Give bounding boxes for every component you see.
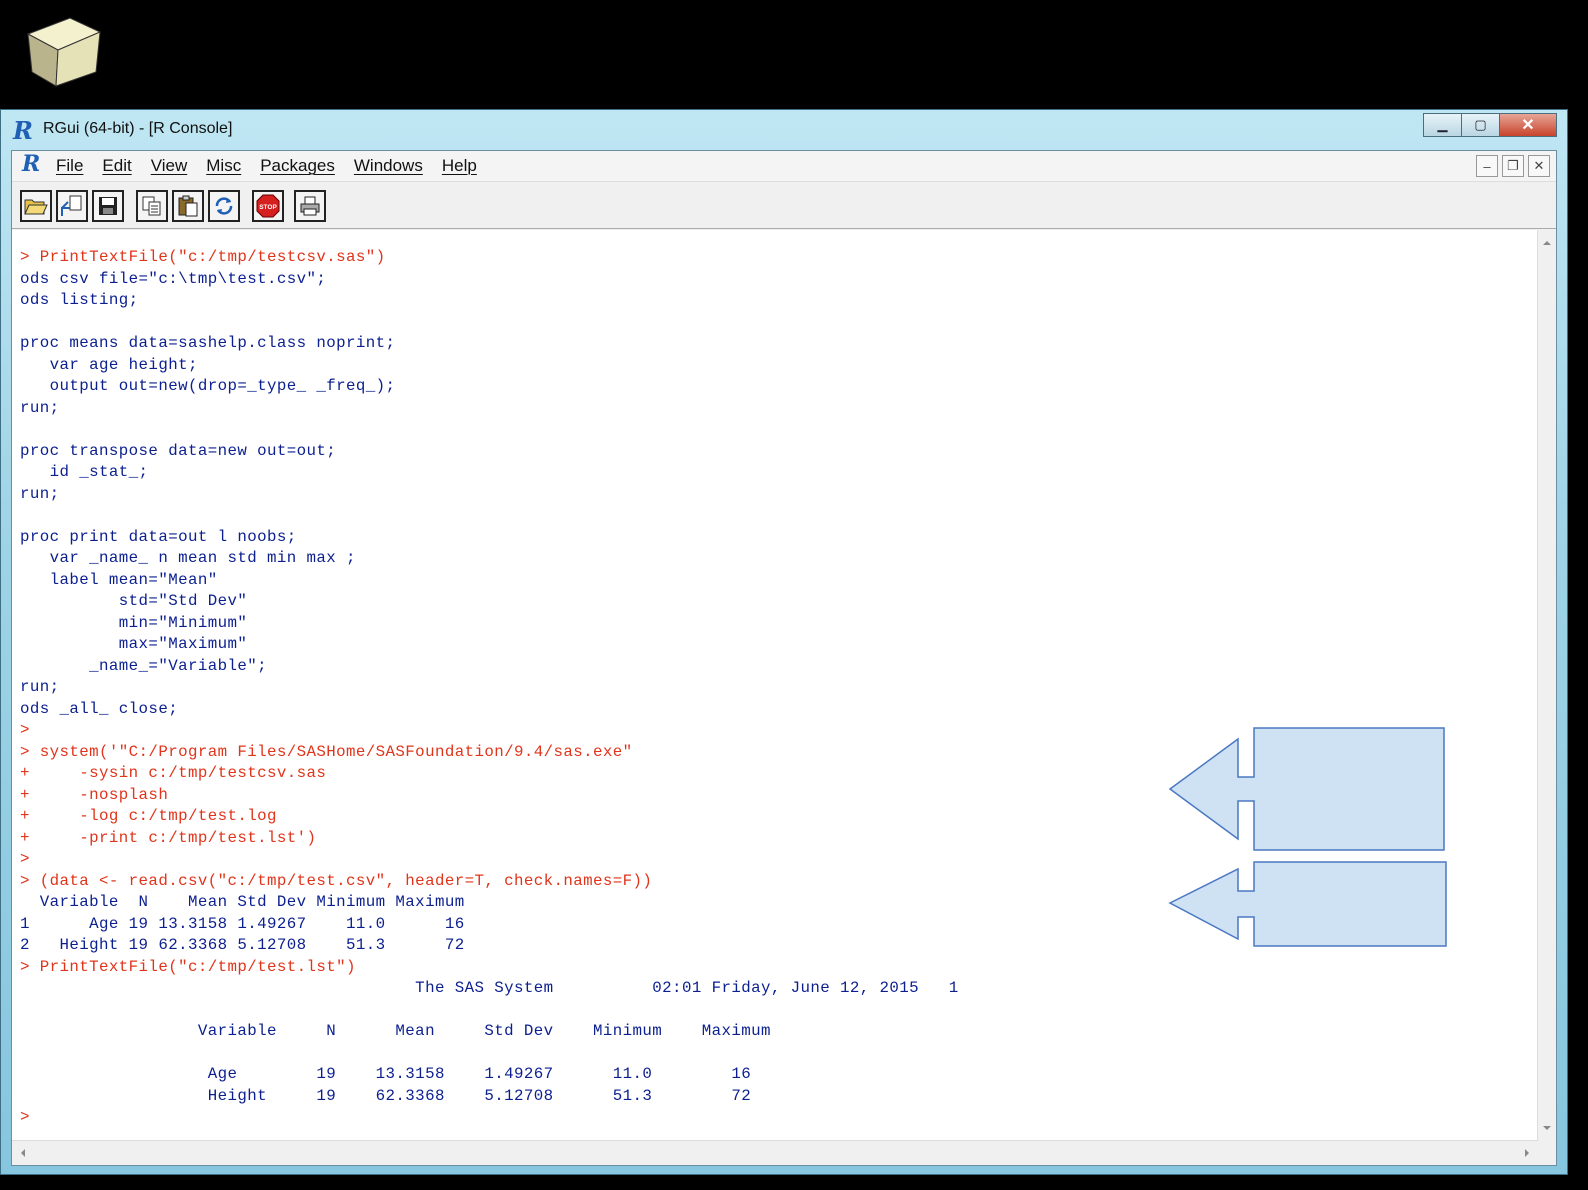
console-output-line: proc print data=out l noobs;: [20, 527, 297, 546]
console-output-line: min="Minimum": [20, 613, 248, 632]
rgui-window: R RGui (64-bit) - [R Console] ▁ ▢ ✕ R Fi…: [0, 109, 1568, 1175]
vertical-scrollbar[interactable]: [1537, 230, 1556, 1141]
console-output-line: ods csv file="c:\tmp\test.csv";: [20, 269, 327, 288]
console-output-line: run;: [20, 484, 60, 503]
console-output-line: The SAS System 02:01 Friday, June 12, 20…: [20, 979, 959, 997]
console-output-line: max="Maximum": [20, 635, 248, 653]
console-input-line: > PrintTextFile("c:/tmp/test.lst"): [20, 957, 356, 976]
console-output-line: output out=new(drop=_type_ _freq_);: [20, 377, 396, 395]
console-input-line: + -nosplash: [20, 785, 169, 804]
console-output-line: run;: [20, 678, 60, 696]
console-input-line: >: [20, 721, 30, 739]
cube-icon: [26, 17, 102, 87]
console-input-line: + -print c:/tmp/test.lst'): [20, 828, 317, 847]
callout-arrow-1: [1168, 727, 1445, 851]
console-output-line: proc means data=sashelp.class noprint;: [20, 334, 396, 352]
window-title: RGui (64-bit) - [R Console]: [43, 120, 233, 137]
console-output-line: var age height;: [20, 355, 198, 374]
stop-icon: STOP: [256, 194, 280, 218]
mdi-minimize-button[interactable]: –: [1476, 155, 1498, 177]
r-logo-icon: R: [22, 151, 41, 177]
console-output-line: std="Std Dev": [20, 592, 248, 610]
mdi-close-button[interactable]: ✕: [1528, 155, 1550, 177]
console-output-line: proc transpose data=new out=out;: [20, 441, 337, 460]
console-output-line: 2 Height 19 62.3368 5.12708 51.3 72: [20, 936, 465, 954]
scroll-up-icon[interactable]: [1538, 234, 1556, 252]
console-output-line: id _stat_;: [20, 463, 149, 481]
console-input-line: > (data <- read.csv("c:/tmp/test.csv", h…: [20, 871, 653, 890]
console-input-line: > PrintTextFile("c:/tmp/testcsv.sas"): [20, 248, 386, 266]
refresh-icon: [215, 197, 233, 215]
menu-view[interactable]: View: [151, 156, 188, 176]
menu-help[interactable]: Help: [442, 156, 477, 176]
scrollbar-corner: [1538, 1141, 1556, 1165]
horizontal-scrollbar[interactable]: [12, 1140, 1538, 1165]
paste-icon: [178, 195, 198, 217]
console-output-line: var _name_ n mean std min max ;: [20, 549, 356, 567]
open-script-button[interactable]: [20, 190, 52, 222]
scroll-left-icon[interactable]: [14, 1141, 32, 1165]
console-output-line: Variable N Mean Std Dev Minimum Maximum: [20, 1022, 771, 1040]
close-button[interactable]: ✕: [1499, 113, 1557, 137]
console-input-line: > system('"C:/Program Files/SASHome/SASF…: [20, 742, 633, 761]
load-workspace-button[interactable]: [56, 190, 88, 222]
paste-button[interactable]: [172, 190, 204, 222]
printer-icon: [300, 196, 320, 216]
copy-and-paste-button[interactable]: [208, 190, 240, 222]
save-icon: [99, 197, 117, 215]
load-workspace-icon: [61, 195, 82, 216]
menu-bar: R File Edit View Misc Packages Windows H…: [12, 151, 1556, 182]
console-output-line: _name_="Variable";: [20, 656, 267, 675]
menu-misc[interactable]: Misc: [206, 156, 241, 176]
stop-button[interactable]: STOP: [252, 190, 284, 222]
callout-arrow-2: [1168, 861, 1447, 947]
scroll-right-icon[interactable]: [1518, 1141, 1536, 1165]
title-bar[interactable]: R RGui (64-bit) - [R Console] ▁ ▢ ✕: [1, 110, 1567, 150]
r-console-output[interactable]: > PrintTextFile("c:/tmp/testcsv.sas") od…: [12, 230, 1538, 1141]
console-output-line: Height 19 62.3368 5.12708 51.3 72: [20, 1086, 752, 1105]
r-logo-icon: R: [13, 116, 33, 145]
open-folder-icon: [24, 199, 48, 215]
print-button[interactable]: [294, 190, 326, 222]
menu-windows[interactable]: Windows: [354, 156, 423, 176]
console-input-line: + -log c:/tmp/test.log: [20, 807, 277, 825]
console-input-line: + -sysin c:/tmp/testcsv.sas: [20, 764, 327, 782]
maximize-button[interactable]: ▢: [1461, 113, 1499, 137]
toolbar: STOP: [12, 182, 1556, 229]
menu-edit[interactable]: Edit: [102, 156, 131, 176]
console-output-line: ods listing;: [20, 291, 139, 309]
copy-icon: [142, 196, 161, 216]
console-output-line: run;: [20, 398, 60, 417]
menu-file[interactable]: File: [56, 156, 83, 176]
console-output-line: 1 Age 19 13.3158 1.49267 11.0 16: [20, 914, 465, 933]
mdi-restore-button[interactable]: ❐: [1502, 155, 1524, 177]
stop-label: STOP: [259, 204, 277, 211]
mdi-client: R File Edit View Misc Packages Windows H…: [11, 150, 1557, 1166]
console-output-line: ods _all_ close;: [20, 699, 179, 718]
console-output-line: Age 19 13.3158 1.49267 11.0 16: [20, 1065, 752, 1083]
console-input-line: >: [20, 1108, 30, 1126]
menu-packages[interactable]: Packages: [260, 156, 335, 176]
console-text[interactable]: > PrintTextFile("c:/tmp/testcsv.sas") od…: [20, 247, 959, 1129]
console-input-line: >: [20, 850, 30, 868]
copy-button[interactable]: [136, 190, 168, 222]
console-output-line: Variable N Mean Std Dev Minimum Maximum: [20, 893, 465, 911]
scroll-down-icon[interactable]: [1538, 1119, 1556, 1137]
console-output-line: label mean="Mean": [20, 570, 218, 589]
save-workspace-button[interactable]: [92, 190, 124, 222]
minimize-button[interactable]: ▁: [1423, 113, 1461, 137]
